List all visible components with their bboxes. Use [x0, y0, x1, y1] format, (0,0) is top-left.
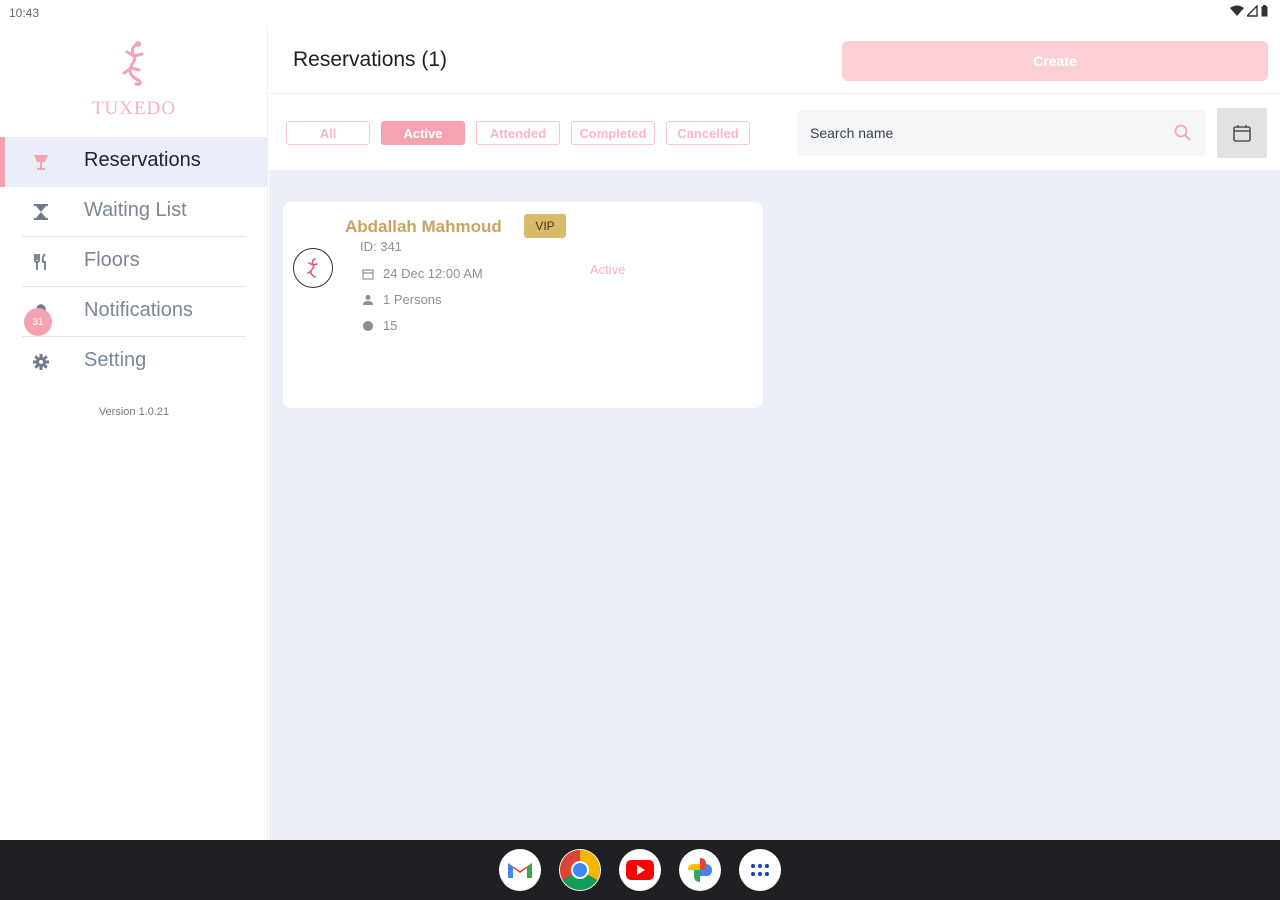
battery-icon	[1261, 5, 1268, 17]
cutlery-icon	[30, 251, 52, 273]
sidebar-item-label: Reservations	[84, 149, 201, 171]
sidebar-item-waiting-list[interactable]: Waiting List	[0, 187, 268, 237]
sidebar: TUXEDO Reservations Waiting List Floors	[0, 26, 268, 840]
system-taskbar	[0, 840, 1280, 900]
vip-badge: VIP	[524, 214, 566, 238]
reservations-list: Abdallah Mahmoud VIP ID: 341 24 Dec 12:0…	[269, 170, 1280, 840]
reservation-date-row: 24 Dec 12:00 AM	[361, 266, 483, 281]
search-icon[interactable]	[1173, 123, 1193, 148]
filter-chip-cancelled[interactable]: Cancelled	[666, 121, 750, 145]
gecko-logo-icon	[307, 258, 318, 278]
sidebar-item-notifications[interactable]: 31 Notifications	[0, 287, 268, 337]
logo-text: TUXEDO	[91, 98, 177, 119]
page-header: Reservations (1) Create	[269, 26, 1280, 94]
reservation-persons: 1 Persons	[383, 292, 442, 307]
app-version: Version 1.0.21	[98, 406, 170, 418]
table-icon	[361, 319, 375, 333]
calendar-icon	[1233, 125, 1251, 142]
filter-chip-attended[interactable]: Attended	[476, 121, 560, 145]
reservation-persons-row: 1 Persons	[361, 292, 442, 307]
filter-chip-active[interactable]: Active	[381, 121, 465, 145]
reservation-card[interactable]: Abdallah Mahmoud VIP ID: 341 24 Dec 12:0…	[283, 202, 763, 408]
system-status-bar: 10:43	[0, 0, 1280, 26]
reservation-table: 15	[383, 318, 398, 333]
reservation-table-row: 15	[361, 318, 397, 333]
reservation-date: 24 Dec 12:00 AM	[383, 266, 483, 281]
signal-icon	[1247, 5, 1258, 17]
reservation-icon	[30, 151, 52, 173]
youtube-app-icon[interactable]	[619, 849, 661, 891]
page-title: Reservations (1)	[293, 48, 448, 71]
filter-bar: All Active Attended Completed Cancelled	[269, 95, 1280, 169]
app-drawer-icon[interactable]	[739, 849, 781, 891]
sidebar-nav: Reservations Waiting List Floors 31 Noti…	[0, 137, 268, 387]
app-logo	[0, 40, 268, 91]
avatar	[293, 248, 333, 288]
sidebar-item-floors[interactable]: Floors	[0, 237, 268, 287]
status-time: 10:43	[9, 6, 40, 20]
chrome-app-icon[interactable]	[559, 849, 601, 891]
person-icon	[361, 293, 375, 307]
filter-chip-all[interactable]: All	[286, 121, 370, 145]
photos-app-icon[interactable]	[679, 849, 721, 891]
status-badge: Active	[590, 262, 626, 277]
gear-icon	[30, 351, 52, 373]
guest-name: Abdallah Mahmoud	[345, 217, 502, 236]
create-button[interactable]: Create	[842, 41, 1268, 81]
search-box	[798, 110, 1206, 156]
sidebar-item-label: Setting	[84, 349, 147, 371]
sidebar-item-reservations[interactable]: Reservations	[0, 137, 268, 187]
wifi-icon	[1230, 5, 1244, 16]
gmail-app-icon[interactable]	[499, 849, 541, 891]
sidebar-item-label: Notifications	[84, 299, 193, 321]
calendar-icon	[361, 267, 375, 281]
sidebar-item-setting[interactable]: Setting	[0, 337, 268, 387]
calendar-button[interactable]	[1217, 108, 1267, 158]
gecko-logo-icon	[122, 41, 144, 86]
hourglass-icon	[30, 201, 52, 223]
sidebar-item-label: Floors	[84, 249, 140, 271]
notification-count-badge: 31	[24, 308, 52, 336]
sidebar-item-label: Waiting List	[84, 199, 187, 221]
status-icons	[1230, 5, 1268, 17]
filter-chip-completed[interactable]: Completed	[571, 121, 655, 145]
search-input[interactable]	[810, 123, 1160, 143]
reservation-id: ID: 341	[360, 239, 402, 254]
